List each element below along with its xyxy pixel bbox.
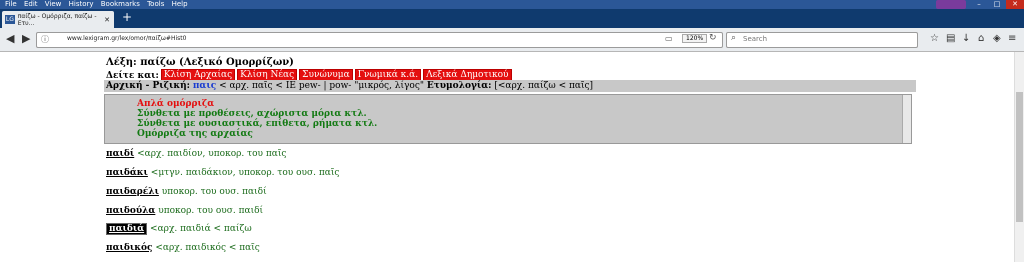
- menu-history[interactable]: History: [69, 0, 94, 9]
- entry-word[interactable]: παιδαρέλι: [106, 187, 159, 197]
- reader-view-icon[interactable]: ▭: [665, 34, 673, 43]
- menu-hamburger-icon[interactable]: ≡: [1008, 33, 1016, 45]
- root-text: < αρχ. παῖς < IE pew- | pow- "μικρός, λί…: [219, 81, 425, 91]
- navigation-bar: ◀ ▶ ⓘ www.lexigram.gr/lex/omor/παίζω#His…: [0, 28, 1024, 52]
- category-simple[interactable]: Απλά ομόρριζα: [137, 99, 214, 109]
- root-etymology-row: Αρχική - Ριζική: παις < αρχ. παῖς < IE p…: [104, 80, 916, 92]
- back-icon[interactable]: ◀: [6, 32, 14, 46]
- bookmarks-list-icon[interactable]: ▤: [946, 33, 955, 45]
- entry-word[interactable]: παιδί: [106, 149, 134, 159]
- new-tab-icon[interactable]: +: [122, 11, 132, 23]
- etymology-label: Ετυμολογία:: [426, 81, 492, 91]
- search-bar[interactable]: ⌕: [726, 32, 918, 48]
- forward-icon[interactable]: ▶: [22, 32, 30, 46]
- tab-active[interactable]: LG παίζω - Ομόρριζα, παίζω - Ετυ... ✕: [2, 11, 114, 28]
- etymology-text: [<αρχ. παίζω < παῖς]: [494, 81, 594, 91]
- category-scrollbar[interactable]: [902, 95, 911, 143]
- entry-word[interactable]: παιδούλα: [106, 206, 155, 216]
- list-item: παιδικός <αρχ. παιδικός < παῖς: [106, 243, 260, 253]
- entry-desc: υποκορ. του ουσ. παιδί: [158, 206, 264, 216]
- category-ancient[interactable]: Ομόρριζα της αρχαίας: [137, 129, 253, 139]
- search-input[interactable]: [743, 34, 908, 44]
- list-item: παιδαρέλι υποκορ. του ουσ. παιδί: [106, 187, 267, 197]
- list-item: παιδιά <αρχ. παιδιά < παίζω: [106, 223, 252, 235]
- tab-title: παίζω - Ομόρριζα, παίζω - Ετυ...: [17, 12, 97, 27]
- minimize-icon[interactable]: –: [970, 0, 988, 9]
- private-browsing-icon: [936, 0, 966, 9]
- downloads-icon[interactable]: ↓: [962, 33, 970, 45]
- page-title: Λέξη: παίζω (Λεξικό Ομορρίζων): [106, 57, 294, 68]
- url-text: www.lexigram.gr/lex/omor/παίζω#Hist0: [67, 35, 187, 42]
- entry-desc: <αρχ. παιδιά < παίζω: [150, 224, 252, 234]
- category-prepositions[interactable]: Σύνθετα με προθέσεις, αχώριστα μόρια κτλ…: [137, 109, 367, 119]
- entry-word[interactable]: παιδικός: [106, 243, 152, 253]
- tab-close-icon[interactable]: ✕: [104, 16, 110, 24]
- list-item: παιδί <αρχ. παιδίον, υποκορ. του παῖς: [106, 149, 286, 159]
- entry-word[interactable]: παιδάκι: [106, 168, 148, 178]
- home-icon[interactable]: ⌂: [978, 33, 984, 45]
- url-bar[interactable]: ⓘ www.lexigram.gr/lex/omor/παίζω#Hist0 ▭…: [36, 32, 723, 48]
- favicon-icon: LG: [5, 15, 15, 24]
- menu-bar: File Edit View History Bookmarks Tools H…: [0, 0, 1024, 9]
- see-also-label: Δείτε και:: [106, 70, 159, 81]
- menu-view[interactable]: View: [45, 0, 62, 9]
- site-info-icon[interactable]: ⓘ: [41, 34, 49, 45]
- maximize-icon[interactable]: □: [988, 0, 1006, 9]
- menu-tools[interactable]: Tools: [147, 0, 164, 9]
- category-list: Απλά ομόρριζα Σύνθετα με προθέσεις, αχώρ…: [104, 94, 912, 144]
- list-item: παιδούλα υποκορ. του ουσ. παιδί: [106, 206, 263, 216]
- tab-bar: LG παίζω - Ομόρριζα, παίζω - Ετυ... ✕: [0, 9, 1024, 28]
- bookmark-star-icon[interactable]: ☆: [930, 33, 939, 45]
- entry-desc: <αρχ. παιδίον, υποκορ. του παῖς: [137, 149, 287, 159]
- menu-file[interactable]: File: [5, 0, 17, 9]
- scrollbar-thumb[interactable]: [1016, 92, 1023, 222]
- root-word-link[interactable]: παις: [193, 81, 216, 91]
- close-window-icon[interactable]: ✕: [1006, 0, 1024, 9]
- menu-help[interactable]: Help: [172, 0, 188, 9]
- root-label: Αρχική - Ριζική:: [106, 81, 190, 91]
- menu-edit[interactable]: Edit: [24, 0, 38, 9]
- page-scrollbar[interactable]: [1014, 52, 1024, 262]
- menu-bookmarks[interactable]: Bookmarks: [101, 0, 140, 9]
- category-compounds[interactable]: Σύνθετα με ουσιαστικά, επίθετα, ρήματα κ…: [137, 119, 377, 129]
- zoom-level[interactable]: 120%: [682, 34, 708, 43]
- reload-icon[interactable]: ↻: [709, 33, 717, 43]
- search-icon: ⌕: [731, 33, 737, 43]
- entry-word-highlighted[interactable]: παιδιά: [106, 223, 148, 235]
- entry-desc: <μτγν. παιδάκιον, υποκορ. του ουσ. παῖς: [150, 168, 340, 178]
- pocket-icon[interactable]: ◈: [993, 33, 1001, 45]
- entry-desc: <αρχ. παιδικός < παῖς: [155, 243, 260, 253]
- list-item: παιδάκι <μτγν. παιδάκιον, υποκορ. του ου…: [106, 168, 339, 178]
- entry-desc: υποκορ. του ουσ. παιδί: [161, 187, 267, 197]
